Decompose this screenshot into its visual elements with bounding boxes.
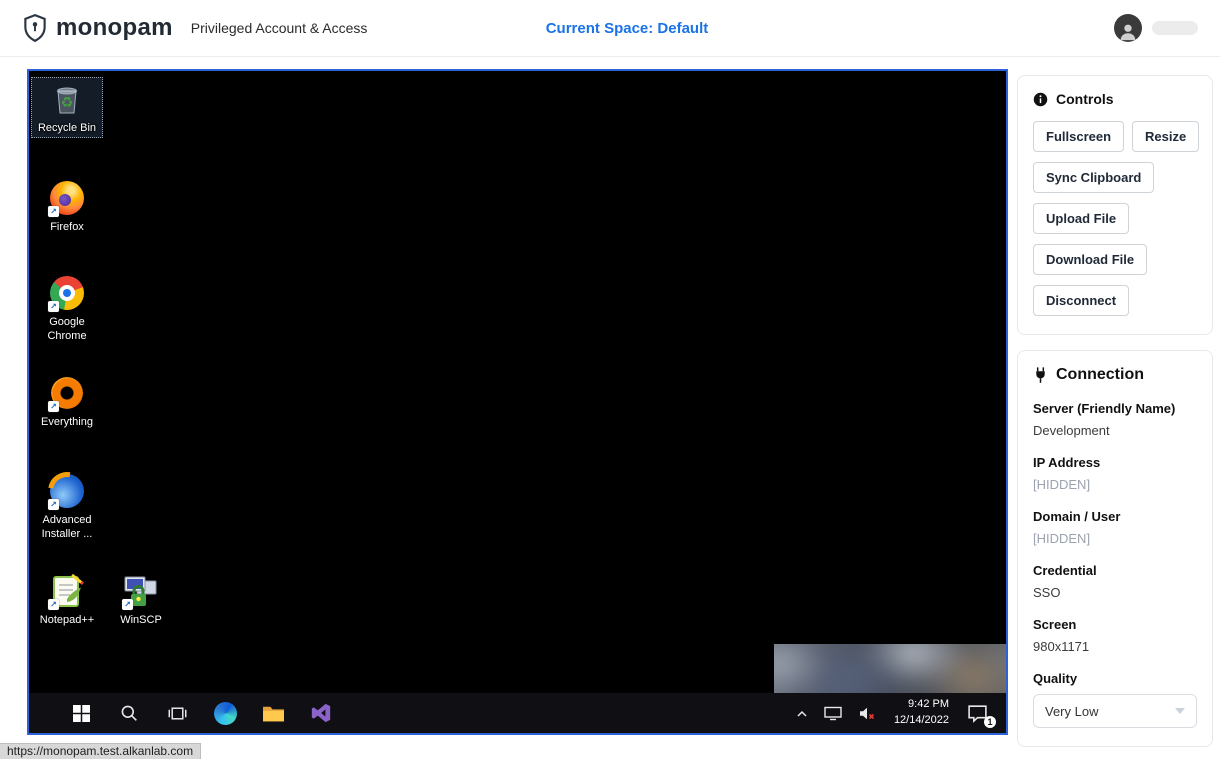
quality-select[interactable]: Very Low: [1033, 694, 1197, 728]
field-label: Server (Friendly Name): [1033, 401, 1197, 416]
taskbar-search-button[interactable]: [105, 693, 153, 733]
search-icon: [120, 704, 138, 722]
brand: monopam Privileged Account & Access: [22, 13, 367, 43]
clock-date: 12/14/2022: [894, 713, 949, 729]
desktop-icon-label: Firefox: [50, 220, 84, 234]
task-view-button[interactable]: [153, 693, 201, 733]
chevron-up-icon: [796, 709, 808, 718]
everything-icon: ↗: [48, 374, 86, 412]
field-server: Server (Friendly Name) Development: [1033, 401, 1197, 438]
desktop-icon-notepad-plus-plus[interactable]: ↗ Notepad++: [31, 570, 103, 629]
sidebar: Controls Fullscreen Resize Sync Clipboar…: [1017, 75, 1213, 747]
field-screen: Screen 980x1171: [1033, 617, 1197, 654]
resize-button[interactable]: Resize: [1132, 121, 1199, 152]
connection-card: Connection Server (Friendly Name) Develo…: [1017, 350, 1213, 747]
desktop-icon-label: Everything: [41, 415, 93, 429]
visual-studio-icon: [310, 702, 332, 724]
field-quality: Quality Very Low: [1033, 671, 1197, 728]
field-label: Quality: [1033, 671, 1197, 686]
brand-name: monopam: [56, 14, 173, 42]
field-value: SSO: [1033, 585, 1197, 600]
header-placeholder-pill: [1152, 21, 1198, 35]
start-button[interactable]: [57, 693, 105, 733]
svg-text:♻: ♻: [61, 95, 74, 111]
folder-icon: [262, 704, 285, 723]
shortcut-arrow-icon: ↗: [48, 206, 59, 217]
shortcut-arrow-icon: ↗: [48, 599, 59, 610]
field-label: Credential: [1033, 563, 1197, 578]
desktop-icon-label: WinSCP: [120, 613, 162, 627]
blurred-thumbnail: [774, 644, 1006, 693]
controls-card: Controls Fullscreen Resize Sync Clipboar…: [1017, 75, 1213, 335]
field-label: IP Address: [1033, 455, 1197, 470]
field-value: [HIDDEN]: [1033, 531, 1197, 546]
quality-selected-value: Very Low: [1045, 704, 1098, 719]
sync-clipboard-button[interactable]: Sync Clipboard: [1033, 162, 1154, 193]
edge-taskbar-button[interactable]: [201, 693, 249, 733]
shortcut-arrow-icon: ↗: [122, 599, 133, 610]
notification-count-badge: 1: [984, 716, 996, 728]
field-value: Development: [1033, 423, 1197, 438]
plug-icon: [1033, 366, 1048, 384]
download-file-button[interactable]: Download File: [1033, 244, 1147, 275]
desktop-icon-advanced-installer[interactable]: ↗ Advanced Installer ...: [31, 470, 103, 544]
field-label: Domain / User: [1033, 509, 1197, 524]
recycle-bin-icon: ♻: [48, 80, 86, 118]
file-explorer-button[interactable]: [249, 693, 297, 733]
tray-chevron-button[interactable]: [790, 693, 814, 733]
shortcut-arrow-icon: ↗: [48, 301, 59, 312]
field-value: [HIDDEN]: [1033, 477, 1197, 492]
task-view-icon: [168, 704, 187, 723]
desktop-icon-recycle-bin[interactable]: ♻ Recycle Bin: [31, 77, 103, 138]
connection-title: Connection: [1056, 366, 1144, 384]
avatar[interactable]: [1114, 14, 1142, 42]
upload-file-button[interactable]: Upload File: [1033, 203, 1129, 234]
desktop-icon-label: Notepad++: [40, 613, 94, 627]
shield-logo-icon: [22, 13, 48, 43]
field-ip-address: IP Address [HIDDEN]: [1033, 455, 1197, 492]
disconnect-button[interactable]: Disconnect: [1033, 285, 1129, 316]
tray-clock[interactable]: 9:42 PM 12/14/2022: [886, 697, 957, 729]
current-space-label: Current Space: Default: [546, 20, 709, 37]
tray-display-button[interactable]: [818, 693, 848, 733]
field-domain-user: Domain / User [HIDDEN]: [1033, 509, 1197, 546]
desktop-icon-everything[interactable]: ↗ Everything: [31, 372, 103, 431]
tray-volume-button[interactable]: [852, 693, 882, 733]
app-header: monopam Privileged Account & Access Curr…: [0, 0, 1220, 57]
notepad-plus-plus-icon: ↗: [48, 572, 86, 610]
desktop-icon-google-chrome[interactable]: ↗ Google Chrome: [31, 272, 103, 346]
winscp-icon: ↗: [122, 572, 160, 610]
shortcut-arrow-icon: ↗: [48, 499, 59, 510]
desktop-icon-label: Advanced Installer ...: [31, 513, 103, 542]
fullscreen-button[interactable]: Fullscreen: [1033, 121, 1124, 152]
chevron-down-icon: [1175, 708, 1185, 714]
visual-studio-button[interactable]: [297, 693, 345, 733]
desktop-icon-label: Recycle Bin: [38, 121, 96, 135]
taskbar: 9:42 PM 12/14/2022 1: [29, 693, 1006, 733]
speaker-muted-icon: [858, 706, 876, 721]
chrome-icon: ↗: [48, 274, 86, 312]
remote-desktop-viewport[interactable]: ♻ Recycle Bin ↗ Firefox ↗ Google Chrome …: [27, 69, 1008, 735]
action-center-button[interactable]: 1: [961, 693, 994, 733]
brand-tagline: Privileged Account & Access: [191, 20, 368, 36]
windows-logo-icon: [73, 705, 90, 722]
desktop-icon-winscp[interactable]: ↗ WinSCP: [105, 570, 177, 629]
monitor-icon: [824, 706, 842, 721]
info-icon: [1033, 92, 1048, 107]
desktop-icon-firefox[interactable]: ↗ Firefox: [31, 177, 103, 236]
field-credential: Credential SSO: [1033, 563, 1197, 600]
controls-title: Controls: [1056, 91, 1114, 107]
edge-icon: [214, 702, 237, 725]
status-bar-link: https://monopam.test.alkanlab.com: [0, 743, 201, 759]
shortcut-arrow-icon: ↗: [48, 401, 59, 412]
person-icon: [1117, 20, 1139, 42]
advanced-installer-icon: ↗: [48, 472, 86, 510]
clock-time: 9:42 PM: [894, 697, 949, 713]
firefox-icon: ↗: [48, 179, 86, 217]
desktop-icon-label: Google Chrome: [31, 315, 103, 344]
field-label: Screen: [1033, 617, 1197, 632]
field-value: 980x1171: [1033, 639, 1197, 654]
